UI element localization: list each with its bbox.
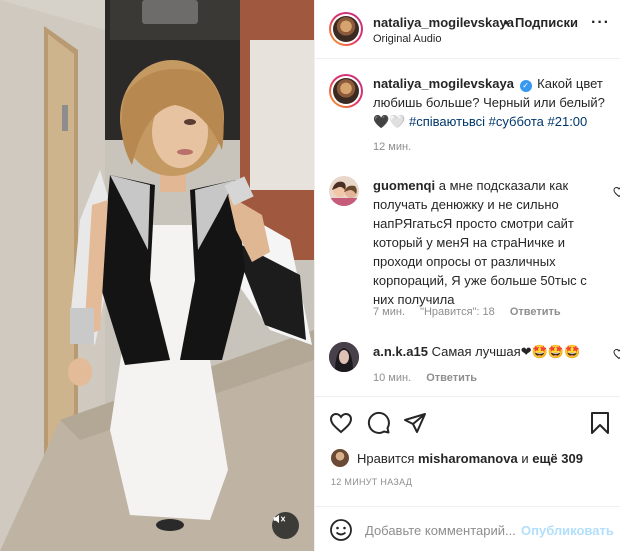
- likes-middle: и: [521, 450, 529, 466]
- caption-hearts: 🖤🤍: [373, 114, 406, 129]
- comment-meta: 7 мин. "Нравится": 18 Ответить: [373, 306, 573, 318]
- hashtag-link[interactable]: #співаютьвсі: [409, 114, 485, 129]
- liker-avatar: [331, 449, 349, 467]
- comment-body: Самая лучшая: [431, 344, 521, 359]
- comment-text: guomenqi а мне подсказали как получать д…: [373, 176, 597, 309]
- commenter-avatar[interactable]: [329, 342, 359, 372]
- more-icon[interactable]: ···: [591, 14, 610, 32]
- likes-prefix: Нравится: [357, 450, 415, 466]
- liker-username[interactable]: misharomanova: [418, 451, 518, 466]
- caption-text: nataliya_mogilevskaya ✓ Какой цвет любиш…: [373, 74, 613, 131]
- comment-time: 7 мин.: [373, 306, 406, 318]
- like-heart-icon[interactable]: [329, 411, 353, 435]
- hashtag-link[interactable]: #суббота: [489, 114, 544, 129]
- post-panel: nataliya_mogilevskaya • Подписки Origina…: [314, 0, 620, 551]
- likes-summary[interactable]: Нравится misharomanova и ещё 309: [331, 448, 583, 468]
- comment-input[interactable]: [365, 519, 525, 541]
- header-separator: •: [504, 15, 509, 30]
- comment-item: a.n.k.a15 Самая лучшая❤🤩🤩🤩 10 мин. Ответ…: [329, 342, 620, 386]
- author-username[interactable]: nataliya_mogilevskaya: [373, 15, 514, 30]
- caption-avatar[interactable]: [329, 74, 363, 108]
- reply-button[interactable]: Ответить: [510, 306, 561, 318]
- author-avatar[interactable]: [329, 12, 363, 46]
- video-player[interactable]: [0, 0, 314, 551]
- action-bar: [315, 396, 620, 456]
- share-paper-plane-icon[interactable]: [403, 411, 427, 435]
- mute-button[interactable]: [272, 512, 299, 539]
- comment-time: 10 мин.: [373, 372, 412, 384]
- hashtag-link[interactable]: #21:00: [548, 114, 588, 129]
- post-timestamp: 12 МИНУТ НАЗАД: [331, 477, 413, 487]
- add-comment-bar: Опубликовать: [315, 506, 620, 551]
- caption-timestamp: 12 мин.: [373, 141, 412, 153]
- publish-button[interactable]: Опубликовать: [521, 523, 614, 538]
- video-frame: [0, 0, 314, 551]
- comment-username[interactable]: a.n.k.a15: [373, 344, 428, 359]
- post-header: nataliya_mogilevskaya • Подписки Origina…: [315, 0, 620, 59]
- audio-label[interactable]: Original Audio: [373, 33, 442, 45]
- comment-likes[interactable]: "Нравится": 18: [420, 306, 495, 318]
- caption-username[interactable]: nataliya_mogilevskaya: [373, 76, 514, 91]
- bookmark-icon[interactable]: [589, 411, 611, 435]
- comment-body: а мне подсказали как получать денюжку и …: [373, 178, 587, 307]
- emoji-smiley-icon[interactable]: [329, 518, 353, 542]
- comment-meta: 10 мин. Ответить: [373, 372, 489, 384]
- commenter-avatar[interactable]: [329, 176, 359, 206]
- reply-button[interactable]: Ответить: [426, 372, 477, 384]
- likes-count[interactable]: ещё 309: [532, 451, 583, 466]
- comment-bubble-icon[interactable]: [367, 411, 391, 435]
- comment-emoji: ❤🤩🤩🤩: [520, 344, 581, 359]
- following-button[interactable]: Подписки: [515, 15, 578, 30]
- comment-username[interactable]: guomenqi: [373, 178, 435, 193]
- mute-icon: [273, 514, 286, 524]
- comment-item: guomenqi а мне подсказали как получать д…: [329, 176, 620, 318]
- comment-text: a.n.k.a15 Самая лучшая❤🤩🤩🤩: [373, 342, 597, 361]
- like-comment-heart-icon[interactable]: [613, 348, 620, 360]
- like-comment-heart-icon[interactable]: [613, 186, 620, 198]
- verified-badge-icon: ✓: [519, 80, 532, 92]
